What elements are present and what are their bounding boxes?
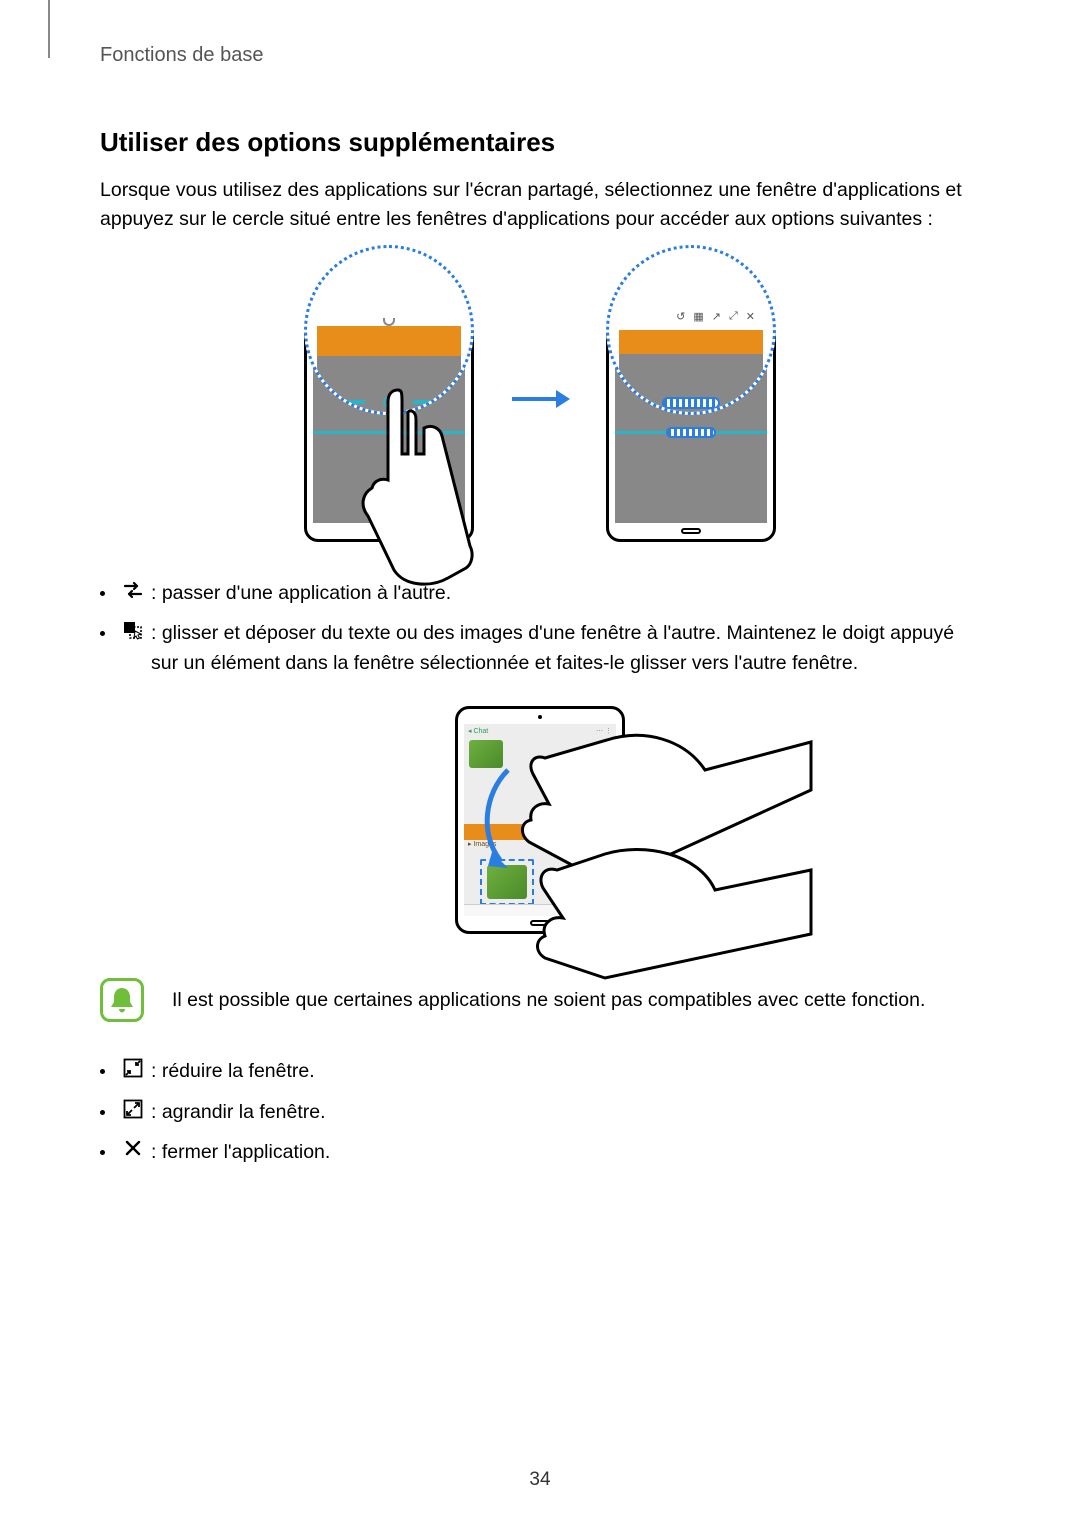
list-item-close: : fermer l'application. xyxy=(100,1137,980,1167)
list-item-label: : glisser et déposer du texte ou des ima… xyxy=(151,618,980,678)
figure-split-view-options: ↺▦↗⤢✕ xyxy=(100,262,980,542)
list-item-swap: : passer d'une application à l'autre. xyxy=(100,578,980,608)
close-icon xyxy=(121,1139,145,1157)
list-item-label: : fermer l'application. xyxy=(151,1137,980,1167)
shrink-window-icon xyxy=(121,1058,145,1078)
breadcrumb: Fonctions de base xyxy=(100,44,980,67)
page-number: 34 xyxy=(529,1469,550,1491)
tablet-illustration-drag: ◂ Chat ⋯ ⋮ ▸ Images xyxy=(455,706,625,934)
compatibility-notice: Il est possible que certaines applicatio… xyxy=(100,978,980,1022)
section-title: Utiliser des options supplémentaires xyxy=(100,127,980,158)
options-list-2: : réduire la fenêtre. : agrandir la fenê… xyxy=(100,1056,980,1167)
magnifier-before xyxy=(304,245,474,415)
list-item-expand: : agrandir la fenêtre. xyxy=(100,1097,980,1127)
arrow-right-icon xyxy=(510,387,570,411)
list-item-label: : réduire la fenêtre. xyxy=(151,1056,980,1086)
list-item-shrink: : réduire la fenêtre. xyxy=(100,1056,980,1086)
tablet-illustration-before xyxy=(304,322,474,542)
expand-window-icon xyxy=(121,1099,145,1119)
options-list-1: : passer d'une application à l'autre. : … xyxy=(100,578,980,679)
intro-paragraph: Lorsque vous utilisez des applications s… xyxy=(100,176,980,234)
list-item-label: : agrandir la fenêtre. xyxy=(151,1097,980,1127)
tablet-illustration-after: ↺▦↗⤢✕ xyxy=(606,322,776,542)
notice-bell-icon xyxy=(100,978,144,1022)
magnifier-after: ↺▦↗⤢✕ xyxy=(606,245,776,415)
swap-icon xyxy=(121,580,145,600)
list-item-drag-drop: : glisser et déposer du texte ou des ima… xyxy=(100,618,980,678)
drag-drop-icon xyxy=(121,620,145,640)
figure-drag-drop: ◂ Chat ⋯ ⋮ ▸ Images xyxy=(100,706,980,934)
list-item-label: : passer d'une application à l'autre. xyxy=(151,578,980,608)
notice-text: Il est possible que certaines applicatio… xyxy=(172,978,925,1015)
